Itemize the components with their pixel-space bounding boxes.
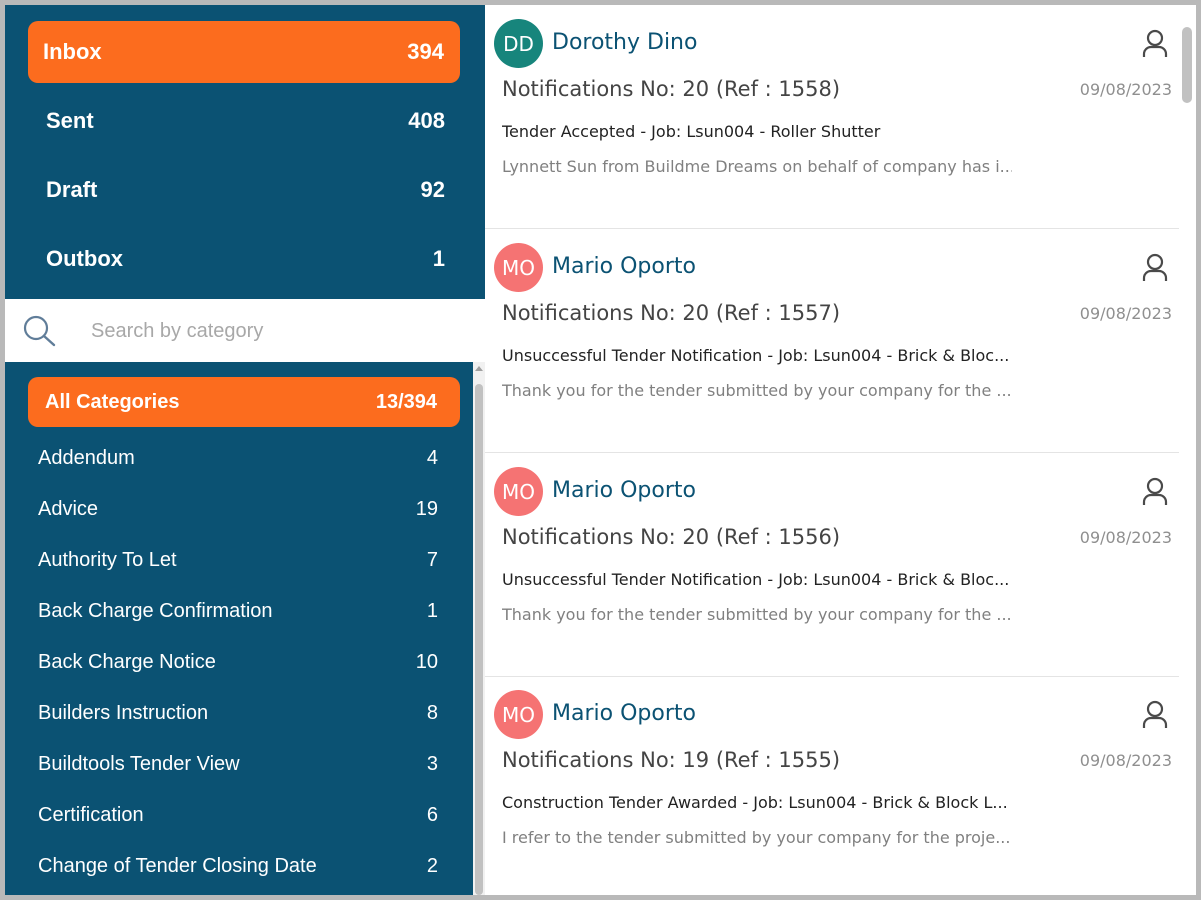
message-subject: Notifications No: 20 (Ref : 1556) [502,525,841,549]
sender-name: Mario Oporto [552,701,696,726]
category-count: 7 [426,548,438,571]
category-label: Back Charge Confirmation [38,599,273,622]
category-item[interactable]: Buildtools Tender View 3 [38,744,438,784]
category-label: Change of Tender Closing Date [38,854,317,877]
search-input[interactable] [91,313,471,349]
category-label: All Categories [45,390,180,413]
category-item[interactable]: Builders Instruction 8 [38,693,438,733]
category-label: Builders Instruction [38,701,209,724]
category-item[interactable]: Certification 6 [38,795,438,835]
category-label: Addendum [38,446,135,469]
message-date: 09/08/2023 [1079,751,1172,770]
message-subject: Notifications No: 20 (Ref : 1557) [502,301,841,325]
message-title: Unsuccessful Tender Notification - Job: … [502,570,1010,589]
category-count: 3 [426,752,438,775]
folder-count: 1 [432,246,445,271]
category-item[interactable]: Addendum 4 [38,438,438,478]
scrollbar-thumb[interactable] [475,384,483,895]
message-list: DD Dorothy Dino Notifications No: 20 (Re… [485,5,1196,895]
scroll-up-arrow-icon[interactable] [475,366,483,371]
category-count: 13/394 [375,390,437,413]
category-count: 19 [415,497,438,520]
folder-label: Outbox [46,246,123,271]
category-count: 2 [426,854,438,877]
category-list: All Categories 13/394 Addendum 4 Advice … [5,362,473,895]
message-scrollbar[interactable] [1179,5,1196,895]
folder-inbox[interactable]: Inbox 394 [28,21,460,83]
message-title: Tender Accepted - Job: Lsun004 - Roller … [502,122,881,141]
category-item[interactable]: Change of Tender Closing Date 2 [38,846,438,886]
message-preview: Lynnett Sun from Buildme Dreams on behal… [502,157,1012,176]
folder-list: Inbox 394 Sent 408 Draft 92 Outbox 1 [5,5,485,299]
person-icon[interactable] [1141,700,1169,730]
message-title: Construction Tender Awarded - Job: Lsun0… [502,793,1008,812]
message-preview: Thank you for the tender submitted by yo… [502,381,1012,400]
category-search [5,299,485,362]
message-card[interactable]: DD Dorothy Dino Notifications No: 20 (Re… [485,5,1179,229]
folder-label: Draft [46,177,98,202]
category-count: 4 [426,446,438,469]
message-date: 09/08/2023 [1079,304,1172,323]
category-item[interactable]: Back Charge Confirmation 1 [38,591,438,631]
person-icon[interactable] [1141,477,1169,507]
folder-draft[interactable]: Draft 92 [28,159,460,221]
folder-sent[interactable]: Sent 408 [28,90,460,152]
folder-outbox[interactable]: Outbox 1 [28,228,460,290]
message-date: 09/08/2023 [1079,528,1172,547]
message-preview: I refer to the tender submitted by your … [502,828,1011,847]
folder-count: 408 [408,108,445,133]
folder-count: 394 [407,39,444,64]
sender-name: Dorothy Dino [552,30,698,55]
category-count: 8 [426,701,438,724]
message-card[interactable]: MO Mario Oporto Notifications No: 20 (Re… [485,453,1179,677]
sender-name: Mario Oporto [552,254,696,279]
category-label: Buildtools Tender View [38,752,240,775]
category-label: Authority To Let [38,548,177,571]
category-label: Advice [38,497,99,520]
person-icon[interactable] [1141,29,1169,59]
message-card[interactable]: MO Mario Oporto Notifications No: 19 (Re… [485,676,1179,895]
category-item[interactable]: Authority To Let 7 [38,540,438,580]
sender-name: Mario Oporto [552,478,696,503]
category-count: 1 [426,599,438,622]
message-preview: Thank you for the tender submitted by yo… [502,605,1012,624]
avatar: MO [494,690,543,739]
scrollbar-thumb[interactable] [1182,27,1192,103]
category-scrollbar[interactable] [473,362,485,895]
avatar: DD [494,19,543,68]
app-frame: Inbox 394 Sent 408 Draft 92 Outbox 1 Sea… [5,5,1196,895]
person-icon[interactable] [1141,253,1169,283]
message-date: 09/08/2023 [1079,80,1172,99]
category-count: 10 [415,650,438,673]
folder-label: Inbox [43,39,102,64]
folder-label: Sent [46,108,94,133]
avatar: MO [494,467,543,516]
category-item[interactable]: Advice 19 [38,489,438,529]
search-icon[interactable] [23,315,57,347]
category-item[interactable]: Back Charge Notice 10 [38,642,438,682]
message-card[interactable]: MO Mario Oporto Notifications No: 20 (Re… [485,229,1179,453]
avatar: MO [494,243,543,292]
folder-count: 92 [420,177,445,202]
category-count: 6 [426,803,438,826]
message-subject: Notifications No: 19 (Ref : 1555) [502,748,841,772]
category-label: Back Charge Notice [38,650,216,673]
message-title: Unsuccessful Tender Notification - Job: … [502,346,1010,365]
message-subject: Notifications No: 20 (Ref : 1558) [502,77,841,101]
left-panel: Inbox 394 Sent 408 Draft 92 Outbox 1 Sea… [5,5,485,895]
category-all[interactable]: All Categories 13/394 [28,377,460,427]
category-label: Certification [38,803,144,826]
